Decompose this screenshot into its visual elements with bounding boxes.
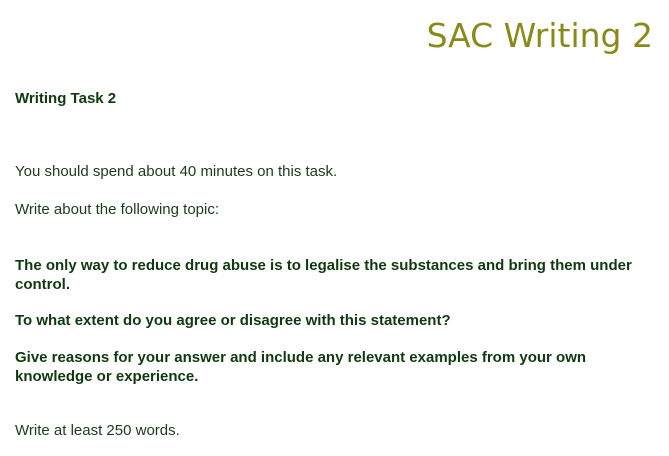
time-instruction: You should spend about 40 minutes on thi… [15,163,338,180]
task-heading: Writing Task 2 [15,90,117,107]
topic-intro: Write about the following topic: [15,201,220,218]
topic-question: To what extent do you agree or disagree … [15,312,451,329]
page-title: SAC Writing 2 [426,16,653,55]
word-count-instruction: Write at least 250 words. [15,422,180,439]
answer-guidance: Give reasons for your answer and include… [15,349,587,385]
topic-statement: The only way to reduce drug abuse is to … [15,257,632,293]
